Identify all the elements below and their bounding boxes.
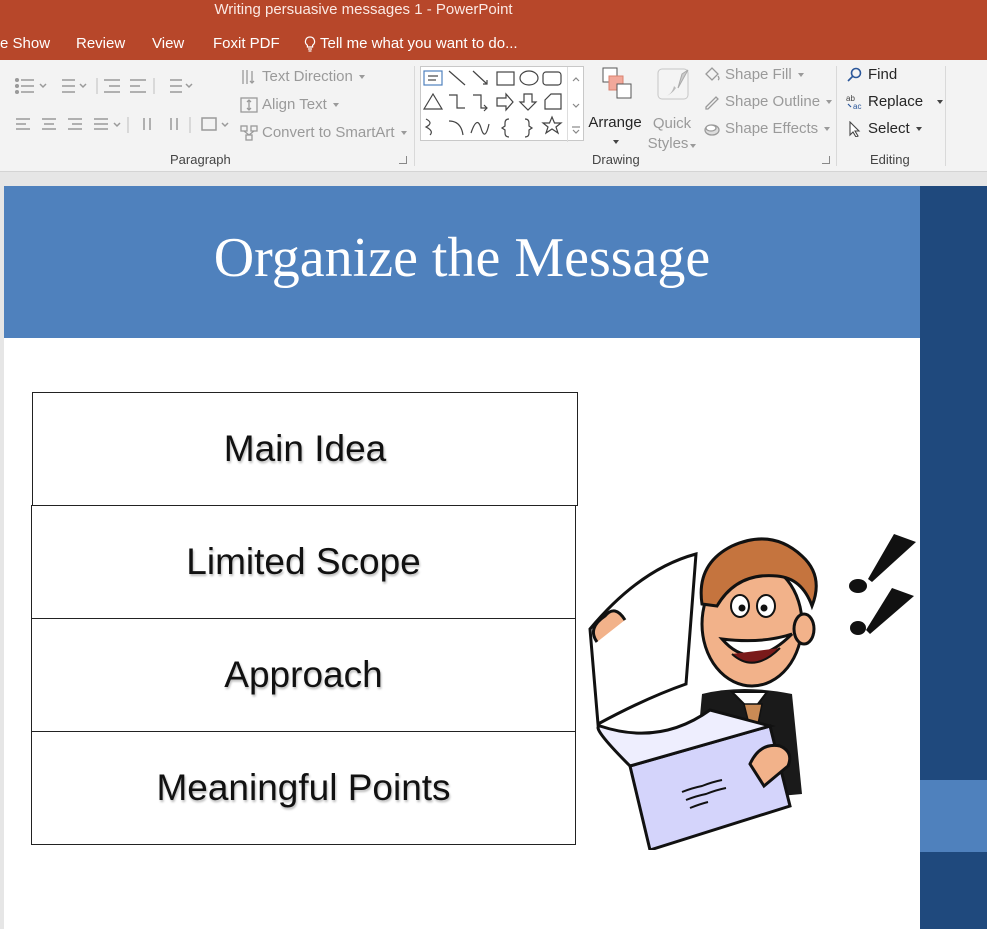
paragraph-group-label: Paragraph bbox=[170, 152, 231, 167]
window-title: Writing persuasive messages 1 - PowerPoi… bbox=[214, 1, 513, 18]
list-formatting-icons[interactable] bbox=[12, 76, 202, 96]
quick-styles-icon bbox=[657, 68, 689, 100]
align-text-label: Align Text bbox=[262, 96, 327, 113]
clipart-excited-man-with-letter[interactable] bbox=[582, 534, 917, 850]
align-text-button[interactable]: Align Text bbox=[240, 96, 339, 113]
shapes-gallery-scroll[interactable] bbox=[567, 67, 583, 142]
shape-effects-icon bbox=[704, 123, 720, 136]
convert-to-smartart-label: Convert to SmartArt bbox=[262, 124, 395, 141]
box-approach[interactable]: Approach bbox=[31, 618, 576, 732]
ribbon: Text Direction Align Text Convert to Sma… bbox=[0, 60, 987, 172]
select-label: Select bbox=[868, 120, 910, 137]
replace-icon: abac bbox=[846, 94, 861, 110]
box-meaningful-points[interactable]: Meaningful Points bbox=[31, 731, 576, 845]
shape-effects-label: Shape Effects bbox=[725, 120, 819, 137]
tab-foxit-pdf[interactable]: Foxit PDF bbox=[213, 35, 280, 52]
slide[interactable]: Organize the Message Main Idea Limited S… bbox=[4, 186, 987, 929]
find-label: Find bbox=[868, 66, 898, 83]
shapes-gallery[interactable] bbox=[420, 66, 584, 142]
shape-outline-label: Shape Outline bbox=[725, 93, 821, 110]
text-direction-button[interactable]: Text Direction bbox=[240, 68, 365, 85]
shape-outline-button[interactable]: Shape Outline bbox=[703, 93, 833, 110]
drawing-dialog-launcher[interactable] bbox=[822, 156, 830, 164]
slide-editing-area: Organize the Message Main Idea Limited S… bbox=[0, 173, 987, 929]
lightbulb-icon bbox=[304, 35, 316, 52]
tab-slide-show[interactable]: e Show bbox=[0, 35, 50, 52]
alignment-icons[interactable] bbox=[14, 115, 234, 135]
arrange-icon bbox=[602, 67, 632, 99]
arrange-button[interactable]: Arrange bbox=[588, 66, 642, 148]
convert-to-smartart-button[interactable]: Convert to SmartArt bbox=[240, 124, 407, 141]
shape-fill-button[interactable]: Shape Fill bbox=[703, 66, 804, 83]
title-bar: Writing persuasive messages 1 - PowerPoi… bbox=[0, 0, 987, 60]
slide-title[interactable]: Organize the Message bbox=[4, 226, 920, 290]
drawing-group-label: Drawing bbox=[592, 152, 640, 167]
box-main-idea[interactable]: Main Idea bbox=[32, 392, 578, 506]
align-text-icon bbox=[240, 96, 258, 113]
editing-group-label: Editing bbox=[870, 152, 910, 167]
tell-me-text: Tell me what you want to do... bbox=[320, 35, 518, 52]
shape-fill-label: Shape Fill bbox=[725, 66, 792, 83]
shape-effects-button[interactable]: Shape Effects bbox=[703, 120, 831, 137]
select-button[interactable]: Select bbox=[846, 120, 922, 137]
smartart-icon bbox=[240, 124, 258, 141]
arrange-label: Arrange bbox=[588, 114, 642, 131]
text-direction-label: Text Direction bbox=[262, 68, 353, 85]
magnifier-icon bbox=[847, 67, 862, 82]
paragraph-dialog-launcher[interactable] bbox=[399, 156, 407, 164]
quick-styles-label: Quick Styles bbox=[646, 114, 698, 154]
tell-me-search[interactable]: Tell me what you want to do... bbox=[304, 35, 518, 52]
find-button[interactable]: Find bbox=[846, 66, 897, 83]
replace-button[interactable]: ab ac Replace bbox=[846, 93, 944, 110]
replace-label: Replace bbox=[868, 93, 924, 110]
pencil-icon bbox=[705, 95, 719, 110]
shapes-icons bbox=[422, 70, 563, 138]
tab-view[interactable]: View bbox=[152, 35, 184, 52]
text-direction-icon bbox=[242, 69, 255, 84]
svg-text:ac: ac bbox=[853, 102, 861, 110]
slide-sidebar-accent bbox=[920, 780, 987, 852]
box-limited-scope[interactable]: Limited Scope bbox=[31, 505, 576, 619]
tab-review[interactable]: Review bbox=[76, 35, 125, 52]
cursor-arrow-icon bbox=[849, 120, 861, 137]
quick-styles-button[interactable]: Quick Styles bbox=[646, 66, 698, 154]
paint-bucket-icon bbox=[705, 66, 720, 81]
